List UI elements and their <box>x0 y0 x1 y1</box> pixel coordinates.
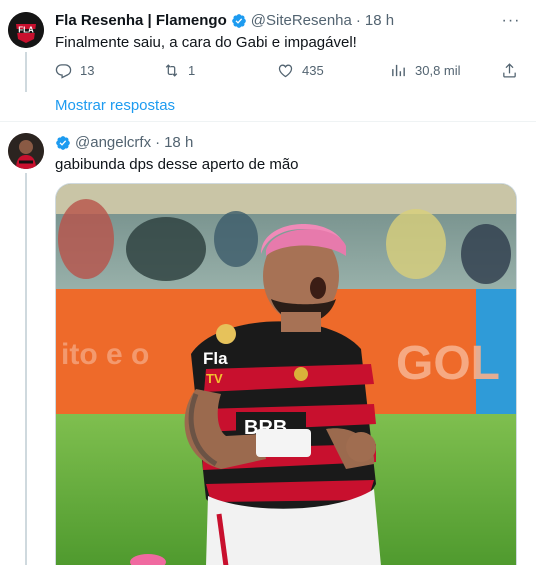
fla-resenha-logo-icon: FLA <box>8 12 44 48</box>
celebration-photo: ito e o GOL BRB Fla TV <box>56 184 516 565</box>
reply-icon <box>55 64 72 79</box>
tweet-header: @angelcrfx · 18 h <box>55 134 193 151</box>
thread-line <box>25 173 27 565</box>
share-button[interactable] <box>501 62 518 79</box>
views-icon <box>392 64 405 77</box>
action-bar: 13 1 435 30,8 mil <box>55 62 525 82</box>
like-icon <box>278 64 293 78</box>
svg-text:GOL: GOL <box>396 337 500 390</box>
svg-text:TV: TV <box>206 371 223 386</box>
verified-badge-icon <box>231 13 246 28</box>
more-icon[interactable]: ··· <box>500 13 522 34</box>
reply-button[interactable]: 13 <box>55 62 94 79</box>
tweet-text: Finalmente saiu, a cara do Gabi e impagá… <box>55 34 357 51</box>
reply-count: 13 <box>80 63 95 78</box>
timestamp[interactable]: 18 h <box>164 134 193 151</box>
svg-text:FLA: FLA <box>18 26 34 35</box>
timestamp[interactable]: 18 h <box>365 12 394 29</box>
separator: · <box>355 12 361 29</box>
view-count: 30,8 mil <box>415 63 461 78</box>
thread-line <box>25 52 27 92</box>
show-replies-link[interactable]: Mostrar respostas <box>55 97 175 114</box>
retweet-count: 1 <box>188 63 196 78</box>
avatar-fla-resenha[interactable]: FLA <box>8 12 44 48</box>
retweet-button[interactable]: 1 <box>163 62 195 79</box>
tweet-header: Fla Resenha | Flamengo @SiteResenha · 18… <box>55 12 394 29</box>
share-icon <box>503 63 516 78</box>
separator: · <box>155 134 161 151</box>
user-avatar-image <box>8 133 44 169</box>
tweet-media-photo[interactable]: ito e o GOL BRB Fla TV <box>55 183 517 565</box>
tweet-fla-resenha[interactable]: FLA Fla Resenha | Flamengo @SiteResenha … <box>0 0 536 122</box>
like-count: 435 <box>302 63 324 78</box>
svg-text:ito e o: ito e o <box>61 338 149 371</box>
display-name[interactable]: Fla Resenha | Flamengo <box>55 12 227 29</box>
svg-text:Fla: Fla <box>203 349 228 368</box>
views-button[interactable]: 30,8 mil <box>390 62 461 79</box>
handle[interactable]: @SiteResenha <box>251 12 352 29</box>
handle[interactable]: @angelcrfx <box>75 134 151 151</box>
avatar-angelcrfx[interactable] <box>8 133 44 169</box>
verified-badge-icon <box>56 135 70 150</box>
retweet-icon <box>165 64 178 77</box>
tweet-text: gabibunda dps desse aperto de mão <box>55 156 299 173</box>
like-button[interactable]: 435 <box>277 62 324 79</box>
